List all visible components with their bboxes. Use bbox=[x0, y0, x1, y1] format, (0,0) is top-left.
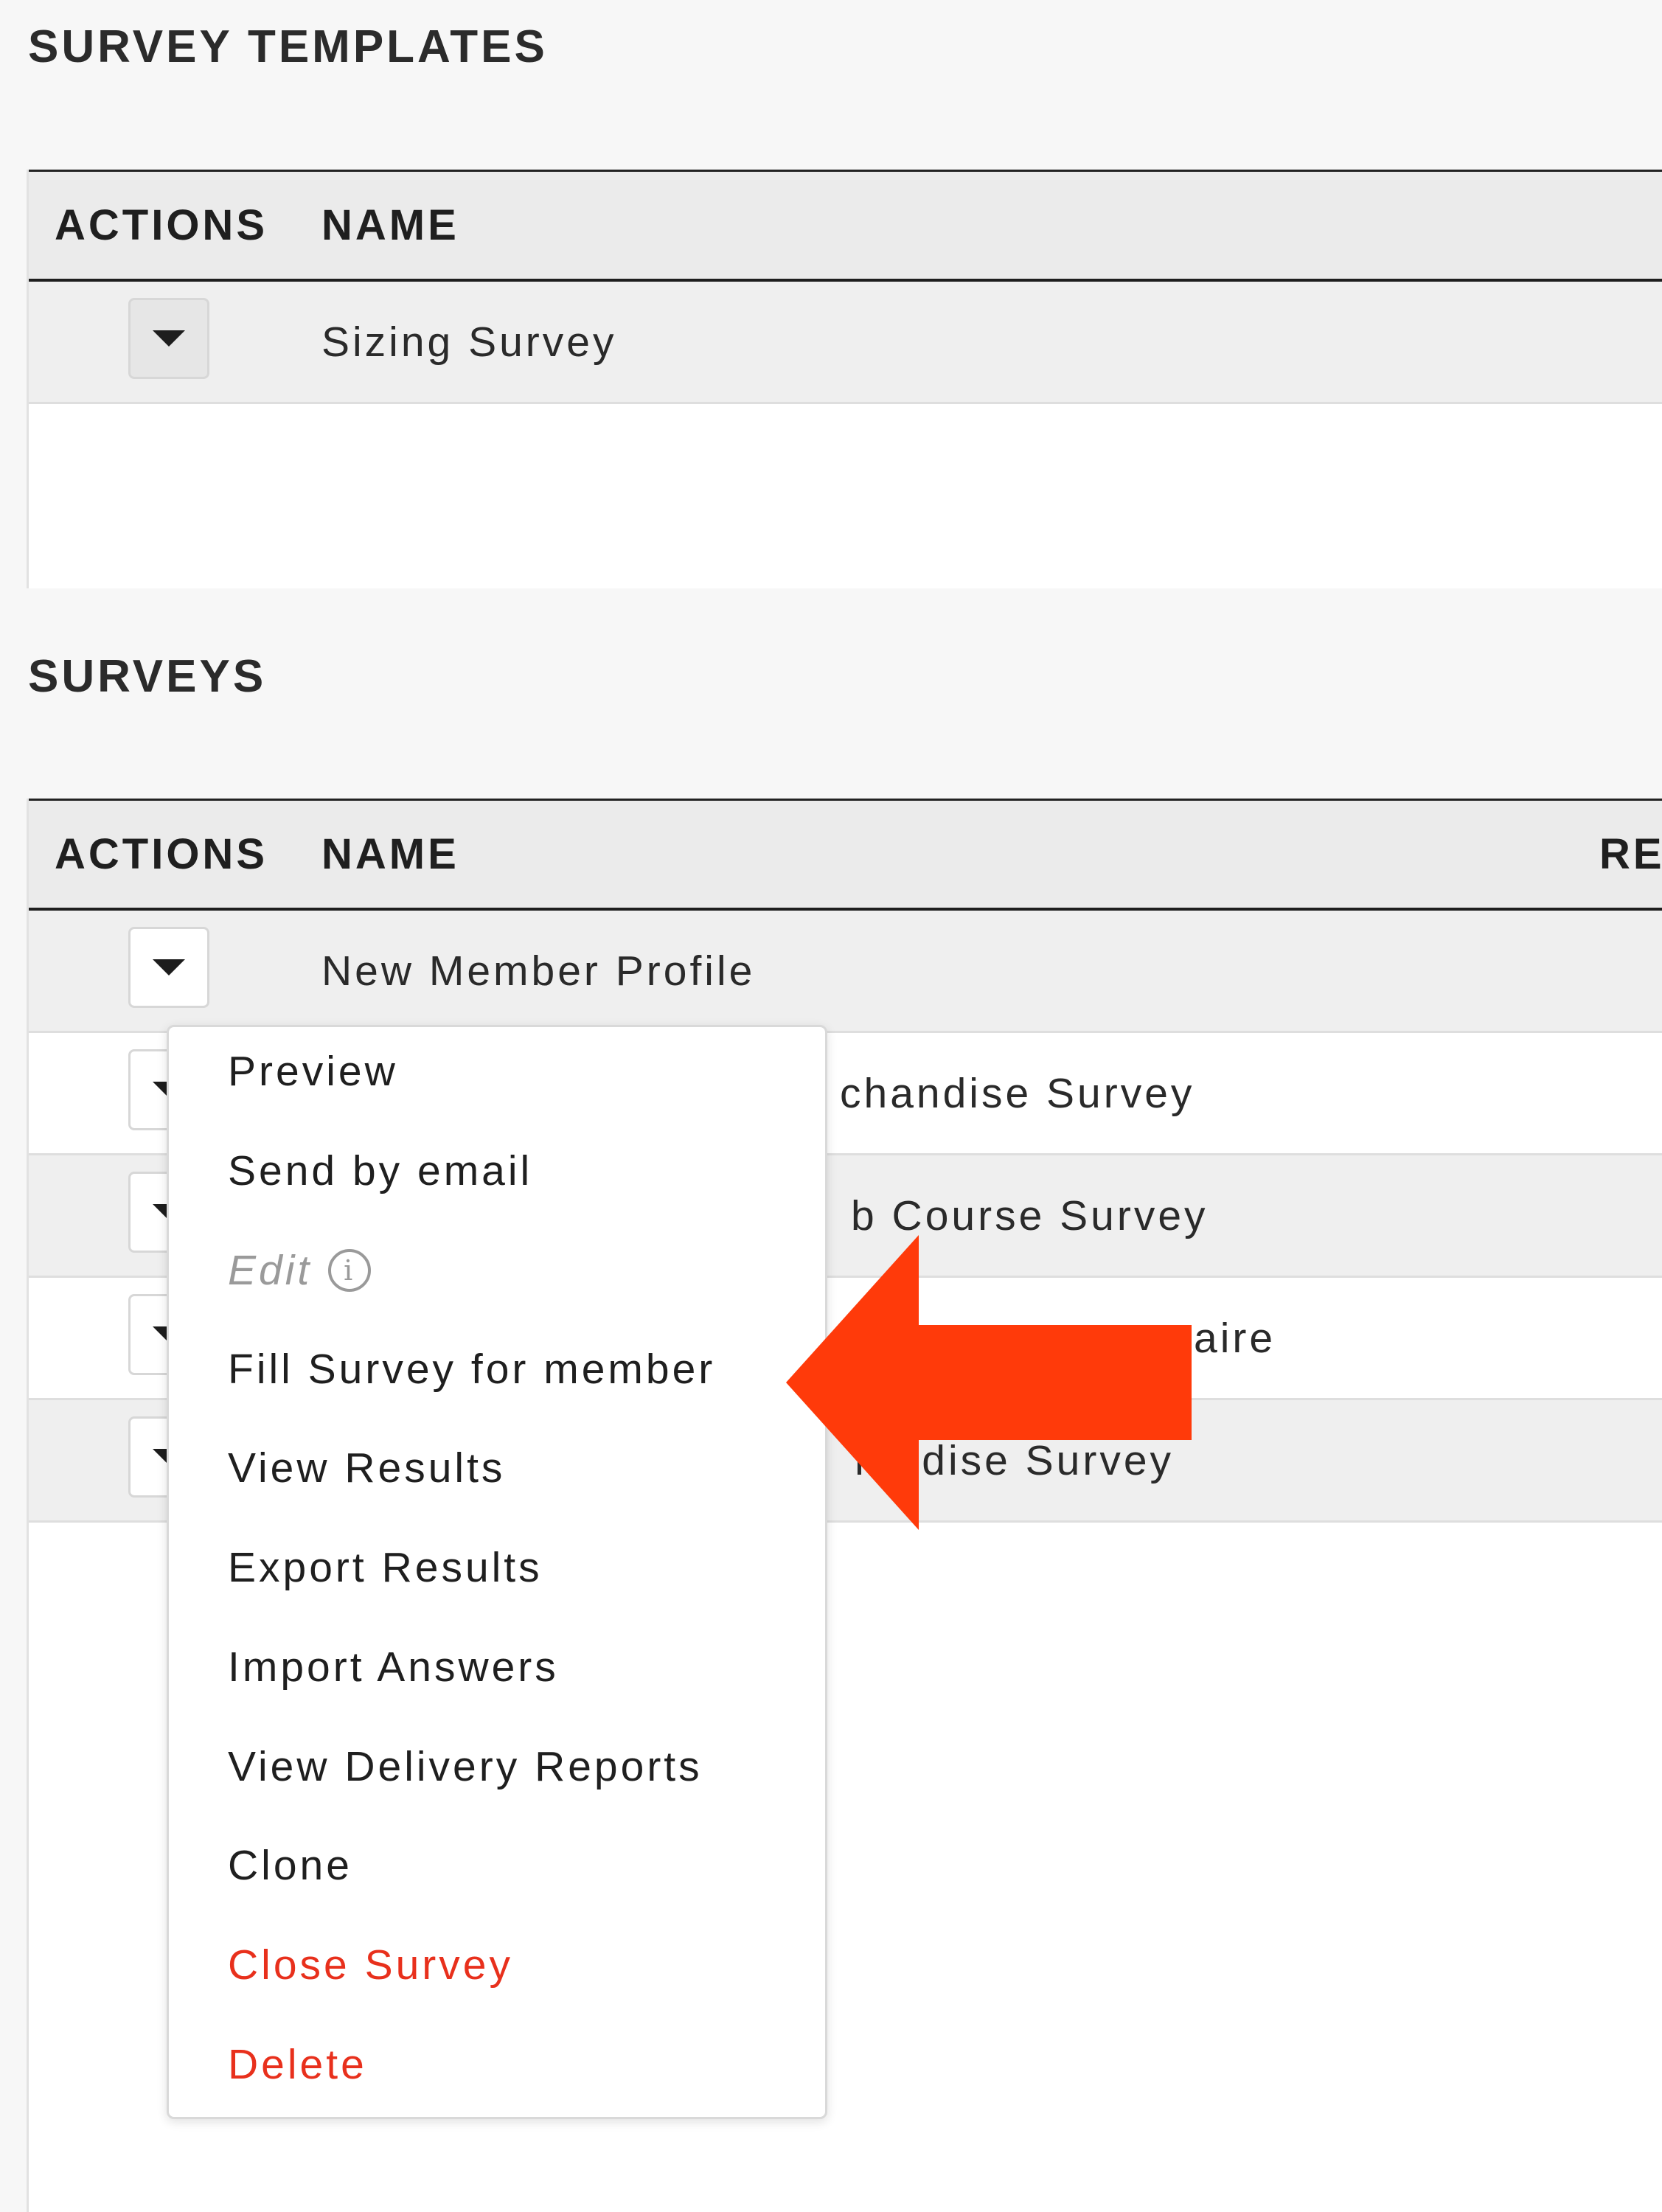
survey-templates-table: ACTIONS NAME Sizing Survey bbox=[27, 170, 1662, 588]
row-actions-toggle[interactable] bbox=[128, 298, 209, 379]
menu-item-clone[interactable]: Clone bbox=[228, 1836, 352, 1895]
menu-item-delete[interactable]: Delete bbox=[228, 2035, 367, 2094]
caret-down-icon bbox=[153, 330, 185, 347]
survey-templates-title: SURVEY TEMPLATES bbox=[28, 21, 548, 72]
table-row: New Member Profile bbox=[29, 911, 1662, 1033]
menu-item-view-results[interactable]: View Results bbox=[228, 1439, 505, 1498]
menu-item-export-results[interactable]: Export Results bbox=[228, 1538, 543, 1597]
menu-item-preview[interactable]: Preview bbox=[228, 1042, 398, 1101]
table-row: Sizing Survey bbox=[29, 282, 1662, 404]
menu-item-import-answers[interactable]: Import Answers bbox=[228, 1638, 559, 1697]
surveys-actions-column-header: ACTIONS bbox=[55, 830, 268, 878]
menu-item-edit[interactable]: Edit i bbox=[228, 1241, 372, 1300]
row-actions-toggle[interactable] bbox=[128, 927, 209, 1008]
survey-name[interactable]: aire bbox=[1194, 1278, 1276, 1398]
info-icon[interactable]: i bbox=[328, 1249, 372, 1292]
menu-item-send-by-email[interactable]: Send by email bbox=[228, 1141, 532, 1200]
menu-item-edit-label: Edit bbox=[228, 1247, 313, 1294]
row-actions-menu: Preview Send by email Edit i Fill Survey… bbox=[167, 1025, 827, 2119]
templates-table-header: ACTIONS NAME bbox=[29, 170, 1662, 282]
left-arrow-annotation-icon bbox=[786, 1235, 1192, 1530]
templates-name-column-header[interactable]: NAME bbox=[321, 172, 459, 279]
survey-name[interactable]: New Member Profile bbox=[321, 911, 755, 1031]
surveys-table-header: ACTIONS NAME RE bbox=[29, 799, 1662, 911]
caret-down-icon bbox=[153, 959, 185, 975]
templates-actions-column-header: ACTIONS bbox=[55, 201, 268, 249]
surveys-title: SURVEYS bbox=[28, 651, 267, 702]
menu-item-view-delivery-reports[interactable]: View Delivery Reports bbox=[228, 1737, 703, 1796]
surveys-truncated-column-header[interactable]: RE bbox=[1599, 801, 1662, 908]
surveys-name-column-header[interactable]: NAME bbox=[321, 801, 459, 908]
menu-item-close-survey[interactable]: Close Survey bbox=[228, 1935, 513, 1994]
survey-template-name[interactable]: Sizing Survey bbox=[321, 282, 617, 402]
survey-name[interactable]: chandise Survey bbox=[840, 1033, 1195, 1153]
menu-item-fill-survey-for-member[interactable]: Fill Survey for member bbox=[228, 1340, 715, 1399]
